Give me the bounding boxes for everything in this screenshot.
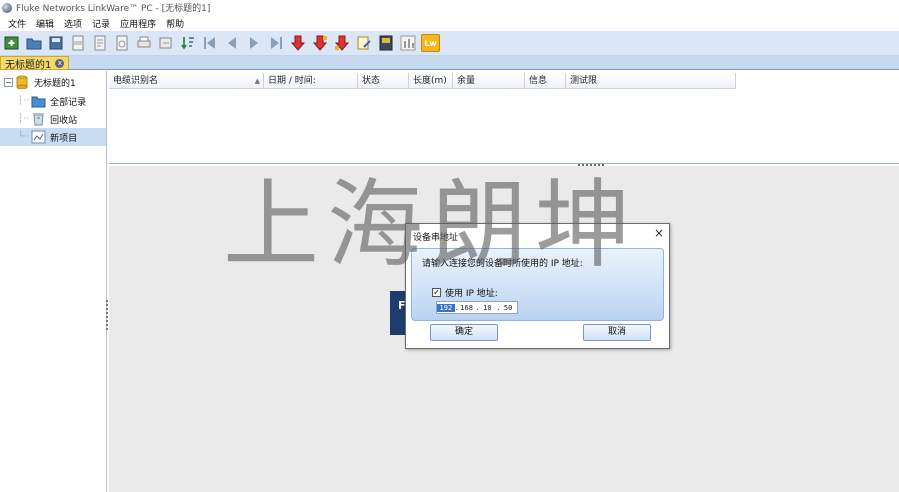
tree-item-label: 全部记录 — [50, 97, 87, 108]
dialog-close-icon[interactable]: × — [654, 226, 664, 240]
cancel-button[interactable]: 取消 — [583, 324, 651, 341]
project-tree: − 无标题的1 ┆·· 全部记录 ┆·· 回收站 └·· 新项目 — [0, 71, 107, 492]
dialog-title: 设备串地址 — [413, 233, 459, 243]
import-down-icon[interactable] — [289, 35, 306, 52]
list-header: 电缆识别名 ▲ 日期 / 时间: 状态 长度(m) 余量 信息 测试限 — [109, 73, 736, 89]
refresh-icon[interactable] — [157, 35, 174, 52]
record-list: 电缆识别名 ▲ 日期 / 时间: 状态 长度(m) 余量 信息 测试限 — [109, 71, 899, 164]
menu-bar: 文件 编辑 选项 记录 应用程序 帮助 — [0, 15, 899, 31]
chart-icon[interactable] — [399, 35, 416, 52]
menu-records[interactable]: 记录 — [88, 17, 114, 30]
document-tab-bar: 无标题的1 x — [0, 56, 899, 71]
collapse-icon[interactable]: − — [4, 77, 13, 87]
tree-connector: ┆·· — [18, 114, 30, 124]
sort-icon[interactable] — [179, 35, 196, 52]
column-status[interactable]: 状态 — [358, 73, 409, 89]
column-margin[interactable]: 余量 — [453, 73, 525, 89]
app-logo-icon — [2, 2, 12, 13]
use-ip-checkbox[interactable]: ✓ — [432, 288, 441, 297]
export-icon[interactable] — [91, 35, 108, 52]
toolbar: Lw — [0, 31, 899, 56]
column-date-time[interactable]: 日期 / 时间: — [264, 73, 358, 89]
tree-connector: ┆·· — [18, 96, 30, 106]
vertical-splitter[interactable] — [106, 300, 108, 330]
tree-item-recycle-bin[interactable]: ┆·· 回收站 — [0, 110, 106, 128]
use-ip-label: 使用 IP 地址: — [445, 289, 498, 299]
use-ip-row: ✓ 使用 IP 地址: — [432, 286, 498, 299]
ip-octet-3[interactable]: 10 — [479, 304, 497, 312]
column-info[interactable]: 信息 — [525, 73, 566, 89]
ip-octet-1[interactable]: 192 — [437, 303, 455, 312]
dialog-prompt: 请输入连接您的设备时所使用的 IP 地址: — [422, 259, 583, 269]
edit-icon[interactable] — [355, 35, 372, 52]
print-icon[interactable] — [135, 35, 152, 52]
menu-options[interactable]: 选项 — [60, 17, 86, 30]
column-test-limit[interactable]: 测试限 — [566, 73, 736, 89]
title-bar: Fluke Networks LinkWare™ PC - [无标题的1] — [0, 0, 899, 15]
tree-root[interactable]: − 无标题的1 — [0, 73, 106, 91]
document-tab-label: 无标题的1 — [5, 59, 52, 71]
sort-ascending-icon: ▲ — [254, 77, 260, 85]
dialog-panel: 请输入连接您的设备时所使用的 IP 地址: ✓ 使用 IP 地址: 192 . … — [411, 248, 664, 321]
column-cable-id[interactable]: 电缆识别名 ▲ — [109, 73, 264, 89]
save-icon[interactable] — [47, 35, 64, 52]
new-project-icon — [31, 130, 46, 144]
ip-octet-2[interactable]: 168 — [458, 304, 476, 312]
tree-connector: └·· — [18, 132, 30, 142]
tree-item-label: 新项目 — [50, 133, 78, 144]
window-title: Fluke Networks LinkWare™ PC - [无标题的1] — [16, 4, 211, 14]
project-cylinder-icon — [16, 75, 28, 89]
menu-applications[interactable]: 应用程序 — [116, 17, 160, 30]
tester-icon[interactable] — [377, 35, 394, 52]
menu-help[interactable]: 帮助 — [162, 17, 188, 30]
pdf-icon[interactable] — [69, 35, 86, 52]
menu-file[interactable]: 文件 — [4, 17, 30, 30]
tree-root-label: 无标题的1 — [34, 78, 76, 89]
new-icon[interactable] — [3, 35, 20, 52]
import-down3-icon[interactable] — [333, 35, 350, 52]
last-record-icon[interactable] — [267, 35, 284, 52]
first-record-icon[interactable] — [201, 35, 218, 52]
document-tab[interactable]: 无标题的1 x — [0, 56, 70, 71]
previous-record-icon[interactable] — [223, 35, 240, 52]
report-icon[interactable] — [113, 35, 130, 52]
tree-item-all-records[interactable]: ┆·· 全部记录 — [0, 92, 106, 110]
next-record-icon[interactable] — [245, 35, 262, 52]
open-icon[interactable] — [25, 35, 42, 52]
column-length[interactable]: 长度(m) — [409, 73, 453, 89]
ok-button[interactable]: 确定 — [430, 324, 498, 341]
linkware-live-icon[interactable]: Lw — [421, 34, 440, 52]
ip-octet-4[interactable]: 50 — [499, 304, 517, 312]
linkware-live-label: Lw — [424, 38, 437, 48]
device-address-dialog: 设备串地址 × 请输入连接您的设备时所使用的 IP 地址: ✓ 使用 IP 地址… — [405, 223, 670, 349]
folder-icon — [31, 96, 46, 108]
import-down2-icon[interactable] — [311, 35, 328, 52]
tab-close-icon[interactable]: x — [55, 58, 65, 68]
tree-item-label: 回收站 — [50, 115, 78, 126]
ip-address-input[interactable]: 192 . 168 . 10 . 50 — [436, 301, 518, 314]
menu-edit[interactable]: 编辑 — [32, 17, 58, 30]
recycle-bin-icon — [33, 113, 45, 126]
tree-item-new-project[interactable]: └·· 新项目 — [0, 128, 106, 146]
